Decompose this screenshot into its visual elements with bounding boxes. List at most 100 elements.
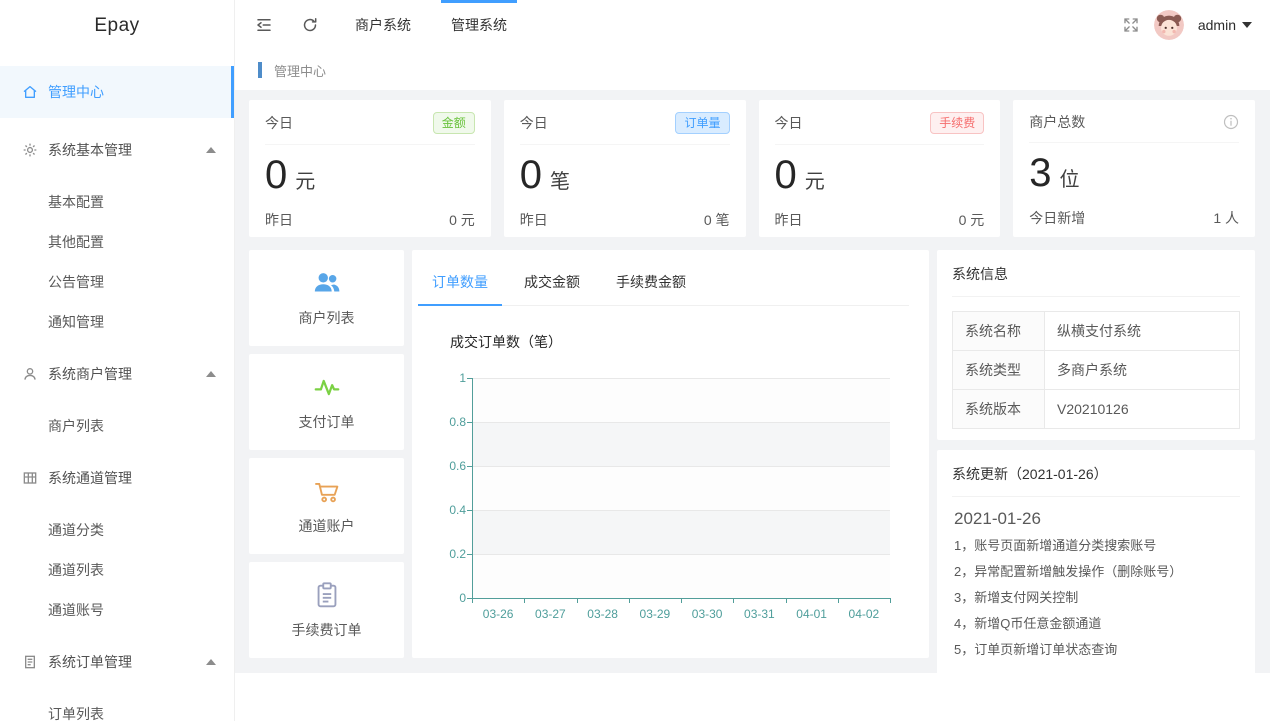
refresh-button[interactable] [301,16,319,34]
sidebar-item-channel-account[interactable]: 通道账号 [0,590,234,630]
breadcrumb: 管理中心 [235,50,1270,90]
amount-badge: 金额 [433,112,475,134]
sidebar-item-order-list[interactable]: 订单列表 [0,694,234,721]
sidebar-section-merchant[interactable]: 系统商户管理 [0,354,234,394]
list-item: 3，新增支付网关控制 [952,585,1240,611]
fullscreen-button[interactable] [1122,16,1140,34]
right-column: 系统信息 系统名称 纵横支付系统 系统类型 多商户系统 [937,250,1255,658]
info-value: V20210126 [1045,390,1240,429]
info-label: 系统版本 [953,390,1045,429]
quick-action-fee-orders[interactable]: 手续费订单 [249,562,404,658]
topbar-right: admin [1122,10,1252,40]
list-item: 4，新增Q币任意金额通道 [952,611,1240,637]
system-tabs: 商户系统 管理系统 [349,0,541,50]
list-item: 2，异常配置新增触发操作（删除账号） [952,559,1240,585]
sidebar-children: 通道分类 通道列表 通道账号 [0,510,234,630]
stat-footer-value: 0 元 [959,210,985,230]
list-item: 1，账号页面新增通道分类搜索账号 [952,533,1240,559]
fee-badge: 手续费 [930,112,984,134]
chevron-up-icon [206,371,216,377]
users-icon [312,268,342,298]
stat-footer-label: 今日新增 [1029,208,1085,228]
sidebar: Epay 管理中心 系统基本管理 基本配置 其他配置 公告管理 通知管理 系统商… [0,0,235,721]
tab-transaction-amount[interactable]: 成交金额 [524,258,580,305]
table-row: 系统版本 V20210126 [953,390,1240,429]
collapse-sidebar-button[interactable] [255,16,273,34]
sidebar-children: 基本配置 其他配置 公告管理 通知管理 [0,182,234,342]
sidebar-item-announcement[interactable]: 公告管理 [0,262,234,302]
sidebar-item-merchant-list[interactable]: 商户列表 [0,406,234,446]
info-value: 纵横支付系统 [1045,312,1240,351]
stat-value: 0 [265,153,287,198]
sidebar-item-label: 管理中心 [48,82,104,102]
system-info-table: 系统名称 纵横支付系统 系统类型 多商户系统 系统版本 V20210126 [952,311,1240,429]
chevron-up-icon [206,147,216,153]
info-value: 多商户系统 [1045,351,1240,390]
app: Epay 管理中心 系统基本管理 基本配置 其他配置 公告管理 通知管理 系统商… [0,0,1270,721]
quick-action-merchant-list[interactable]: 商户列表 [249,250,404,346]
stat-unit: 笔 [550,165,570,194]
list-item: 5，订单页新增订单状态查询 [952,637,1240,663]
stat-unit: 位 [1060,163,1080,192]
sidebar-section-order[interactable]: 系统订单管理 [0,642,234,682]
stat-card-amount: 今日 金额 0 元 昨日 0 元 [249,100,491,237]
user-name-label: admin [1198,17,1236,33]
stat-title: 商户总数 [1029,112,1085,132]
tab-admin-system[interactable]: 管理系统 [445,0,513,50]
breadcrumb-text: 管理中心 [274,61,326,80]
stat-footer-value: 1 人 [1213,208,1239,228]
user-icon [22,366,38,382]
user-menu[interactable]: admin [1198,17,1252,33]
stat-unit: 元 [805,165,825,194]
sidebar-item-channel-list[interactable]: 通道列表 [0,550,234,590]
order-count-badge: 订单量 [675,112,729,134]
sidebar-children: 订单列表 [0,694,234,721]
stat-title: 今日 [775,113,803,133]
quick-action-label: 通道账户 [299,516,355,536]
info-label: 系统名称 [953,312,1045,351]
sidebar-item-basic-config[interactable]: 基本配置 [0,182,234,222]
quick-actions-column: 商户列表 支付订单 通道账户 [249,250,404,658]
cart-icon [312,476,342,506]
fullscreen-icon [1122,16,1140,34]
sidebar-section-label: 系统通道管理 [48,468,132,488]
sidebar-item-channel-category[interactable]: 通道分类 [0,510,234,550]
chart-title: 成交订单数（笔） [450,332,909,352]
quick-action-channel-accounts[interactable]: 通道账户 [249,458,404,554]
tab-fee-amount[interactable]: 手续费金额 [616,258,686,305]
table-row: 系统类型 多商户系统 [953,351,1240,390]
sidebar-section-system-basic[interactable]: 系统基本管理 [0,130,234,170]
app-logo: Epay [0,0,234,52]
stat-card-merchant-total: 商户总数 3 位 今日新增 1 人 [1013,100,1255,237]
sidebar-section-channel[interactable]: 系统通道管理 [0,458,234,498]
tab-order-count[interactable]: 订单数量 [432,258,488,305]
chart-tabs: 订单数量 成交金额 手续费金额 [432,258,909,306]
stat-footer-label: 昨日 [775,210,803,230]
pulse-icon [312,372,342,402]
stat-value: 0 [775,153,797,198]
chevron-up-icon [206,659,216,665]
sidebar-item-dashboard[interactable]: 管理中心 [0,66,234,118]
info-icon[interactable] [1223,114,1239,130]
stat-footer-value: 0 笔 [704,210,730,230]
system-update-panel: 系统更新（2021-01-26） 2021-01-26 1，账号页面新增通道分类… [937,450,1255,677]
order-chart: 00.20.40.60.8103-2603-2703-2803-2903-300… [438,372,900,628]
refresh-icon [301,16,319,34]
stat-card-orders: 今日 订单量 0 笔 昨日 0 笔 [504,100,746,237]
quick-action-pay-orders[interactable]: 支付订单 [249,354,404,450]
sidebar-section-label: 系统基本管理 [48,140,132,160]
home-icon [22,84,38,100]
sidebar-item-notification[interactable]: 通知管理 [0,302,234,342]
sidebar-item-other-config[interactable]: 其他配置 [0,222,234,262]
tab-merchant-system[interactable]: 商户系统 [349,0,417,50]
avatar[interactable] [1154,10,1184,40]
stat-card-row: 今日 金额 0 元 昨日 0 元 今日 订单量 [249,100,1255,237]
stat-unit: 元 [295,165,315,194]
main-area: 商户系统 管理系统 [235,0,1270,721]
info-label: 系统类型 [953,351,1045,390]
caret-down-icon [1242,22,1252,28]
chart-panel: 订单数量 成交金额 手续费金额 成交订单数（笔） 00.20.40.60.810… [412,250,929,658]
stat-value: 3 [1029,151,1051,196]
stat-title: 今日 [520,113,548,133]
panel-title: 系统信息 [952,264,1240,297]
